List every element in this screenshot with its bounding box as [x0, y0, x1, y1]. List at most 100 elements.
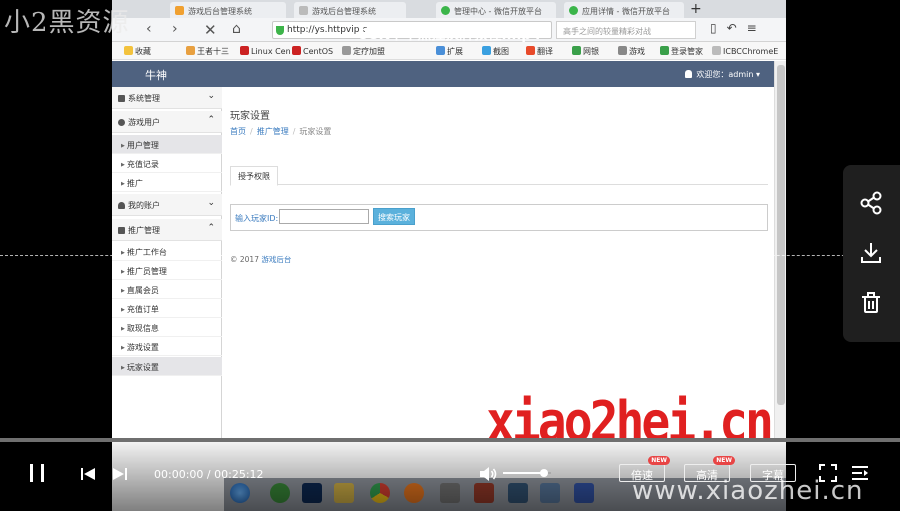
bookmark-item[interactable]: 网银: [572, 46, 599, 57]
player-search-form: 输入玩家ID: 搜索玩家: [230, 204, 768, 231]
sidebar-item-game-settings[interactable]: ▶ 游戏设置: [112, 337, 222, 356]
previous-icon[interactable]: [80, 466, 96, 482]
bookmark-item[interactable]: ICBCChromeE: [712, 46, 778, 56]
tab-row: 授予权限: [230, 166, 768, 186]
tab-label: 应用详情 - 微信开放平台: [582, 7, 670, 16]
trash-icon[interactable]: [857, 289, 885, 317]
volume-knob[interactable]: [539, 469, 548, 477]
page-scrollbar[interactable]: [774, 61, 786, 441]
time-display: 00:00:00 / 00:25:12: [154, 468, 264, 481]
app-brand[interactable]: 牛神: [145, 67, 167, 83]
bookmark-item[interactable]: 王者十三: [186, 46, 229, 57]
chevron-down-icon: ⌄: [207, 91, 215, 101]
sidebar-group-system[interactable]: 系统管理 ⌄: [112, 87, 222, 109]
item-label: 推广员管理: [126, 267, 167, 276]
app-header: 牛神 欢迎您：admin ▾: [112, 61, 774, 87]
user-menu[interactable]: 欢迎您：admin ▾: [685, 69, 760, 80]
sidebar-group-game-users[interactable]: 游戏用户 ⌃: [112, 111, 222, 133]
bookmark-item[interactable]: 截图: [482, 46, 509, 57]
video-title: 98K牛牛点控换牌教程.mp4: [359, 27, 541, 43]
bookmark-label: Linux Cen: [251, 47, 291, 56]
bookmarks-bar: 收藏 王者十三 Linux Cen CentOS 定疗加盟 扩展 截图 翻译 网…: [112, 42, 786, 60]
group-label: 系统管理: [128, 94, 160, 103]
browser-tab[interactable]: 游戏后台管理系统: [294, 2, 406, 18]
chevron-up-icon: ⌃: [207, 115, 215, 125]
sidebar-item-user-management[interactable]: ▶ 用户管理: [112, 135, 222, 154]
sidebar-item-player-settings[interactable]: ▶ 玩家设置: [112, 357, 222, 376]
breadcrumb: 首页 / 推广管理 / 玩家设置: [230, 126, 331, 137]
footer-link[interactable]: 游戏后台: [261, 255, 291, 264]
sidebar-item-direct-members[interactable]: ▶ 直属会员: [112, 280, 222, 299]
browser-tab[interactable]: 游戏后台管理系统: [170, 2, 286, 18]
star-icon: [124, 46, 133, 55]
current-time: 00:00:00: [154, 468, 204, 481]
scrollbar-thumb[interactable]: [777, 65, 785, 405]
scissors-icon: [482, 46, 491, 55]
item-label: 玩家设置: [126, 363, 159, 372]
sidebar-group-promotion[interactable]: 推广管理 ⌃: [112, 219, 222, 241]
bookmark-label: 登录管家: [671, 47, 703, 56]
bank-icon: [572, 46, 581, 55]
share-icon[interactable]: [857, 189, 885, 217]
search-player-button[interactable]: 搜索玩家: [373, 208, 415, 225]
pause-icon[interactable]: [26, 462, 48, 484]
user-icon: [685, 70, 693, 78]
wechat-icon: [441, 6, 450, 15]
sidebar-item-promoter-management[interactable]: ▶ 推广员管理: [112, 261, 222, 280]
side-action-panel: [843, 165, 900, 342]
breadcrumb-promotion[interactable]: 推广管理: [257, 127, 289, 136]
sidebar-item-withdraw-info[interactable]: ▶ 取现信息: [112, 318, 222, 337]
tab-grant-permission[interactable]: 授予权限: [230, 166, 278, 186]
item-label: 充值记录: [126, 160, 159, 169]
bookmark-item[interactable]: 翻译: [526, 46, 553, 57]
breadcrumb-current: 玩家设置: [299, 127, 332, 136]
breadcrumb-home[interactable]: 首页: [230, 127, 246, 136]
bookmark-item[interactable]: 收藏: [124, 46, 151, 57]
favicon-icon: [292, 46, 301, 55]
user-icon: [118, 202, 125, 209]
bookmark-item[interactable]: 登录管家: [660, 46, 703, 57]
chevron-up-icon: ⌃: [207, 223, 215, 233]
favicon-icon: [240, 46, 249, 55]
group-label: 我的账户: [128, 201, 160, 210]
bookmark-label: 王者十三: [197, 47, 229, 56]
bookmark-item[interactable]: Linux Cen: [240, 46, 291, 56]
sidebar-item-recharge-orders[interactable]: ▶ 充值订单: [112, 299, 222, 318]
bookmark-item[interactable]: 扩展: [436, 46, 463, 57]
sidebar-item-promote[interactable]: ▶ 推广: [112, 173, 222, 192]
bookmark-item[interactable]: 定疗加盟: [342, 46, 385, 57]
sidebar-item-recharge-records[interactable]: ▶ 充值记录: [112, 154, 222, 173]
main-content: 玩家设置 首页 / 推广管理 / 玩家设置 授予权限 输入玩家ID: 搜索玩家 © 20…: [230, 98, 770, 438]
bookmark-label: 扩展: [447, 47, 463, 56]
tab-favicon-icon: [175, 6, 184, 15]
sidebar-group-my-account[interactable]: 我的账户 ⌄: [112, 194, 222, 216]
player-id-label: 输入玩家ID:: [235, 214, 279, 223]
item-label: 直属会员: [126, 286, 159, 295]
breadcrumb-separator: /: [292, 127, 296, 136]
volume-slider[interactable]: [503, 469, 551, 477]
bookmark-item[interactable]: 游戏: [618, 46, 645, 57]
new-tab-icon[interactable]: +: [690, 1, 702, 17]
duration: 00:25:12: [214, 468, 264, 481]
browser-tab[interactable]: 应用详情 - 微信开放平台: [564, 2, 684, 18]
volume-level: [503, 472, 544, 474]
tab-label: 游戏后台管理系统: [188, 7, 252, 16]
bookmark-label: 翻译: [537, 47, 553, 56]
bookmark-label: 定疗加盟: [353, 47, 385, 56]
time-separator: /: [206, 468, 211, 481]
player-id-input[interactable]: [279, 209, 369, 224]
bookmark-label: CentOS: [303, 47, 334, 56]
bookmark-label: 游戏: [629, 47, 645, 56]
bookmark-item[interactable]: CentOS: [292, 46, 333, 56]
volume-icon[interactable]: [478, 464, 498, 484]
megaphone-icon: [118, 227, 125, 234]
url-watermark: www.xiaozhei.cn: [632, 476, 864, 506]
next-icon[interactable]: [112, 466, 128, 482]
item-label: 推广: [126, 179, 143, 188]
caret-right-icon: ▶: [121, 307, 125, 313]
download-icon[interactable]: [857, 239, 885, 267]
sidebar-item-promo-workbench[interactable]: ▶ 推广工作台: [112, 242, 222, 261]
browser-tab[interactable]: 管理中心 - 微信开放平台: [436, 2, 556, 18]
welcome-text: 欢迎您：admin: [696, 70, 754, 79]
item-label: 充值订单: [126, 305, 159, 314]
